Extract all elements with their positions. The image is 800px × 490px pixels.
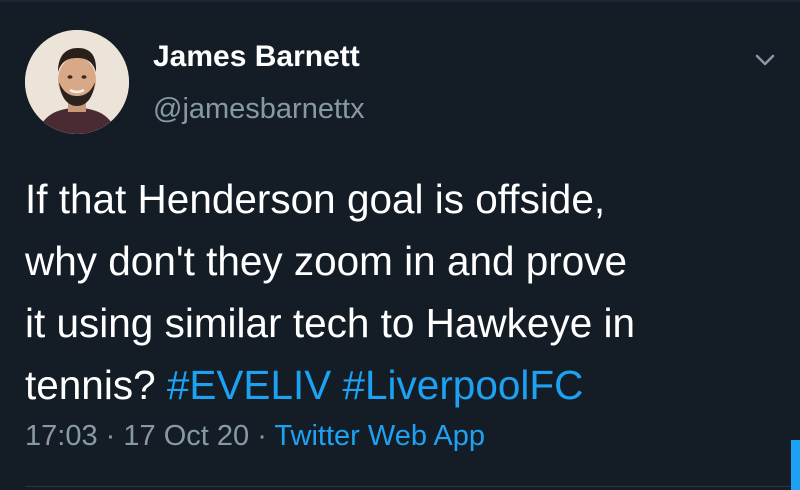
tweet-line: it using similar tech to Hawkeye in xyxy=(25,300,635,346)
chevron-down-icon[interactable] xyxy=(752,50,778,70)
tweet-line: If that Henderson goal is offside, xyxy=(25,176,606,222)
source-link[interactable]: Twitter Web App xyxy=(274,420,485,452)
display-name[interactable]: James Barnett xyxy=(153,40,360,74)
avatar-image xyxy=(25,30,129,134)
user-handle[interactable]: @jamesbarnettx xyxy=(153,93,365,126)
tweet-text: If that Henderson goal is offside, why d… xyxy=(25,168,785,416)
tweet-meta: 17:03 · 17 Oct 20 · Twitter Web App xyxy=(25,420,485,453)
tweet-line: why don't they zoom in and prove xyxy=(25,238,628,284)
tweet-card: James Barnett @jamesbarnettx If that Hen… xyxy=(0,0,800,490)
avatar[interactable] xyxy=(25,30,129,134)
bottom-divider xyxy=(25,486,800,487)
tweet-date[interactable]: 17 Oct 20 xyxy=(123,420,249,452)
tweet-line-text: tennis? xyxy=(25,362,156,408)
tweet-line-last: tennis? #EVELIV #LiverpoolFC xyxy=(25,354,785,416)
hashtag-link[interactable]: #LiverpoolFC xyxy=(343,362,584,408)
top-divider xyxy=(0,0,800,2)
meta-separator: · xyxy=(257,420,267,452)
scroll-indicator xyxy=(791,440,800,490)
hashtag-link[interactable]: #EVELIV xyxy=(167,362,331,408)
tweet-time[interactable]: 17:03 xyxy=(25,420,98,452)
meta-separator: · xyxy=(105,420,116,452)
